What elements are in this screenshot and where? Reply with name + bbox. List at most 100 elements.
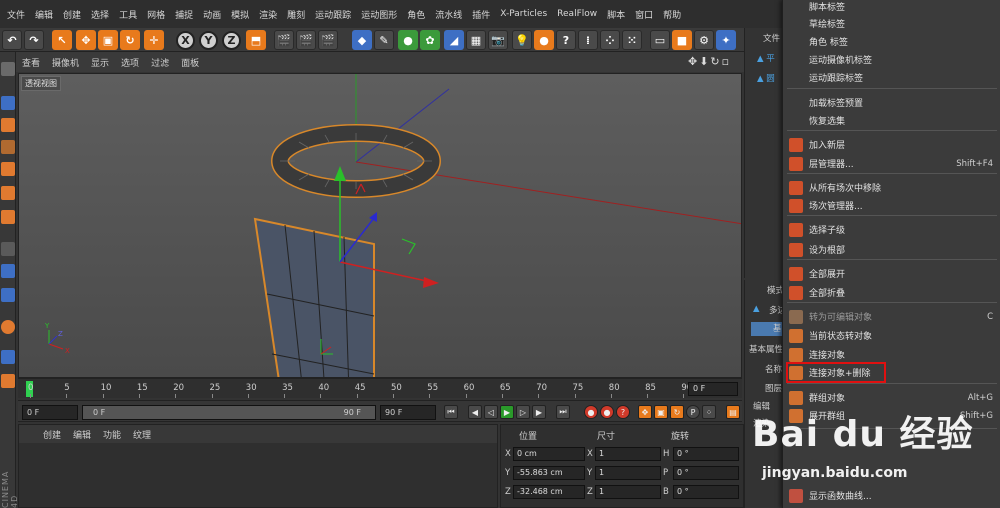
viewport-menu-item[interactable]: 面板: [175, 56, 205, 69]
deformer-button[interactable]: ◢: [444, 30, 464, 50]
viewport-menu-item[interactable]: 过滤: [145, 56, 175, 69]
stop-button[interactable]: ■: [672, 30, 692, 50]
goto-end-button[interactable]: ⏭: [556, 405, 570, 419]
menu-item[interactable]: 动画: [198, 8, 226, 21]
texture-mode-icon[interactable]: [1, 118, 15, 132]
menu-item[interactable]: 捕捉: [170, 8, 198, 21]
coord-size-field[interactable]: 1: [595, 466, 661, 480]
preview-range-slider[interactable]: 0 F 90 F: [82, 405, 376, 420]
render-view-button[interactable]: 🎬: [274, 30, 294, 50]
context-menu-item[interactable]: 加载标签预置: [783, 93, 1000, 112]
snapping-icon[interactable]: [1, 288, 15, 302]
context-menu-item[interactable]: 运动跟踪标签: [783, 68, 1000, 87]
key-param-button[interactable]: P: [686, 405, 700, 419]
menu-item[interactable]: 脚本: [602, 8, 630, 21]
script-button[interactable]: ⚙: [694, 30, 714, 50]
axis-z-lock-button[interactable]: Z: [222, 31, 241, 50]
coord-rotation-field[interactable]: 0 °: [673, 447, 739, 461]
workplane-icon[interactable]: [1, 140, 15, 154]
snap-button[interactable]: ⁙: [622, 30, 642, 50]
coord-position-field[interactable]: 0 cm: [513, 447, 585, 461]
points-mode-icon[interactable]: [1, 162, 15, 176]
object-manager-tab[interactable]: 文件: [763, 32, 780, 44]
start-frame-field[interactable]: 0 F: [22, 405, 78, 420]
record-button[interactable]: ●: [584, 405, 598, 419]
autokey-button[interactable]: ●: [600, 405, 614, 419]
timeline-ruler[interactable]: 0 5 10 15 20 25 30 35 40 45 50 55 60 65 70 75 80 85 90 0 F: [18, 378, 742, 398]
model-mode-icon[interactable]: [1, 96, 15, 110]
current-frame-field[interactable]: 0 F: [688, 382, 738, 396]
menu-item[interactable]: 雕刻: [282, 8, 310, 21]
context-menu-item[interactable]: 转为可编辑对象 C: [783, 307, 1000, 326]
selection-tool-button[interactable]: ↖: [52, 30, 72, 50]
menu-item[interactable]: X-Particles: [495, 9, 552, 19]
prev-frame-button[interactable]: ◁: [484, 405, 498, 419]
plugin-button[interactable]: ✦: [716, 30, 736, 50]
play-button[interactable]: ▶: [500, 405, 514, 419]
light-button[interactable]: 💡: [512, 30, 532, 50]
lock-icon[interactable]: [1, 350, 15, 364]
viewport-menu-item[interactable]: 选项: [115, 56, 145, 69]
coord-size-field[interactable]: 1: [595, 447, 661, 461]
magnet-icon[interactable]: [1, 320, 15, 334]
grid-button[interactable]: ⁘: [600, 30, 620, 50]
context-menu-item[interactable]: 草绘标签: [783, 14, 1000, 33]
context-menu-item[interactable]: 全部折叠: [783, 283, 1000, 302]
context-menu-item[interactable]: 层管理器... Shift+F4: [783, 154, 1000, 173]
prev-key-button[interactable]: ◀: [468, 405, 482, 419]
coord-rotation-field[interactable]: 0 °: [673, 485, 739, 499]
edges-mode-icon[interactable]: [1, 186, 15, 200]
menu-item[interactable]: RealFlow: [552, 9, 602, 19]
context-menu-item[interactable]: 全部展开: [783, 264, 1000, 283]
menu-item[interactable]: 模拟: [226, 8, 254, 21]
menu-item[interactable]: 插件: [467, 8, 495, 21]
material-menu-item[interactable]: 功能: [97, 428, 127, 441]
subdivision-button[interactable]: ●: [398, 30, 418, 50]
goto-start-button[interactable]: ⏮: [444, 405, 458, 419]
menu-item[interactable]: 流水线: [430, 8, 467, 21]
axis-mode-icon[interactable]: [1, 242, 15, 256]
axis-y-lock-button[interactable]: Y: [199, 31, 218, 50]
perspective-viewport[interactable]: 透视视图 Y X Z: [18, 73, 742, 378]
coord-position-field[interactable]: -32.468 cm: [513, 485, 585, 499]
render-settings-button[interactable]: 🎬: [318, 30, 338, 50]
menu-item[interactable]: 选择: [86, 8, 114, 21]
viewport-menu-item[interactable]: 查看: [16, 56, 46, 69]
layout-button[interactable]: ▭: [650, 30, 670, 50]
key-position-button[interactable]: ✥: [638, 405, 652, 419]
redo-button[interactable]: ↷: [24, 30, 44, 50]
floor-button[interactable]: ▦: [466, 30, 486, 50]
context-menu-item[interactable]: 从所有场次中移除: [783, 178, 1000, 197]
scale-tool-button[interactable]: ▣: [98, 30, 118, 50]
object-item-icon[interactable]: ▲ 平: [757, 52, 775, 64]
rotate-tool-button[interactable]: ↻: [120, 30, 140, 50]
timeline-window-button[interactable]: ▤: [726, 405, 740, 419]
polygons-mode-icon[interactable]: [1, 210, 15, 224]
viewport-nav-icons[interactable]: ✥⬇↻▫: [688, 55, 731, 68]
coord-size-field[interactable]: 1: [595, 485, 661, 499]
next-frame-button[interactable]: ▷: [516, 405, 530, 419]
context-menu-item[interactable]: 运动摄像机标签: [783, 50, 1000, 69]
key-rotation-button[interactable]: ↻: [670, 405, 684, 419]
next-key-button[interactable]: ▶: [532, 405, 546, 419]
material-menu-item[interactable]: 创建: [37, 428, 67, 441]
coordinate-system-button[interactable]: ⬒: [246, 30, 266, 50]
key-pla-button[interactable]: ⁘: [702, 405, 716, 419]
menu-item[interactable]: 网格: [142, 8, 170, 21]
menu-item[interactable]: 帮助: [658, 8, 686, 21]
menu-item[interactable]: 角色: [402, 8, 430, 21]
key-scale-button[interactable]: ▣: [654, 405, 668, 419]
menu-item[interactable]: 运动图形: [356, 8, 402, 21]
menu-item[interactable]: 工具: [114, 8, 142, 21]
material-button[interactable]: ●: [534, 30, 554, 50]
viewport-menu-item[interactable]: 显示: [85, 56, 115, 69]
context-menu-item[interactable]: 角色 标签: [783, 32, 1000, 51]
context-menu-item[interactable]: 当前状态转对象: [783, 326, 1000, 345]
coord-position-field[interactable]: -55.863 cm: [513, 466, 585, 480]
viewport-menu-item[interactable]: 摄像机: [46, 56, 85, 69]
context-menu-item[interactable]: 设为根部: [783, 240, 1000, 259]
object-item-icon[interactable]: ▲ 圆: [757, 72, 775, 84]
menu-item[interactable]: 运动跟踪: [310, 8, 356, 21]
axis-x-lock-button[interactable]: X: [176, 31, 195, 50]
camera-button[interactable]: 📷: [488, 30, 508, 50]
